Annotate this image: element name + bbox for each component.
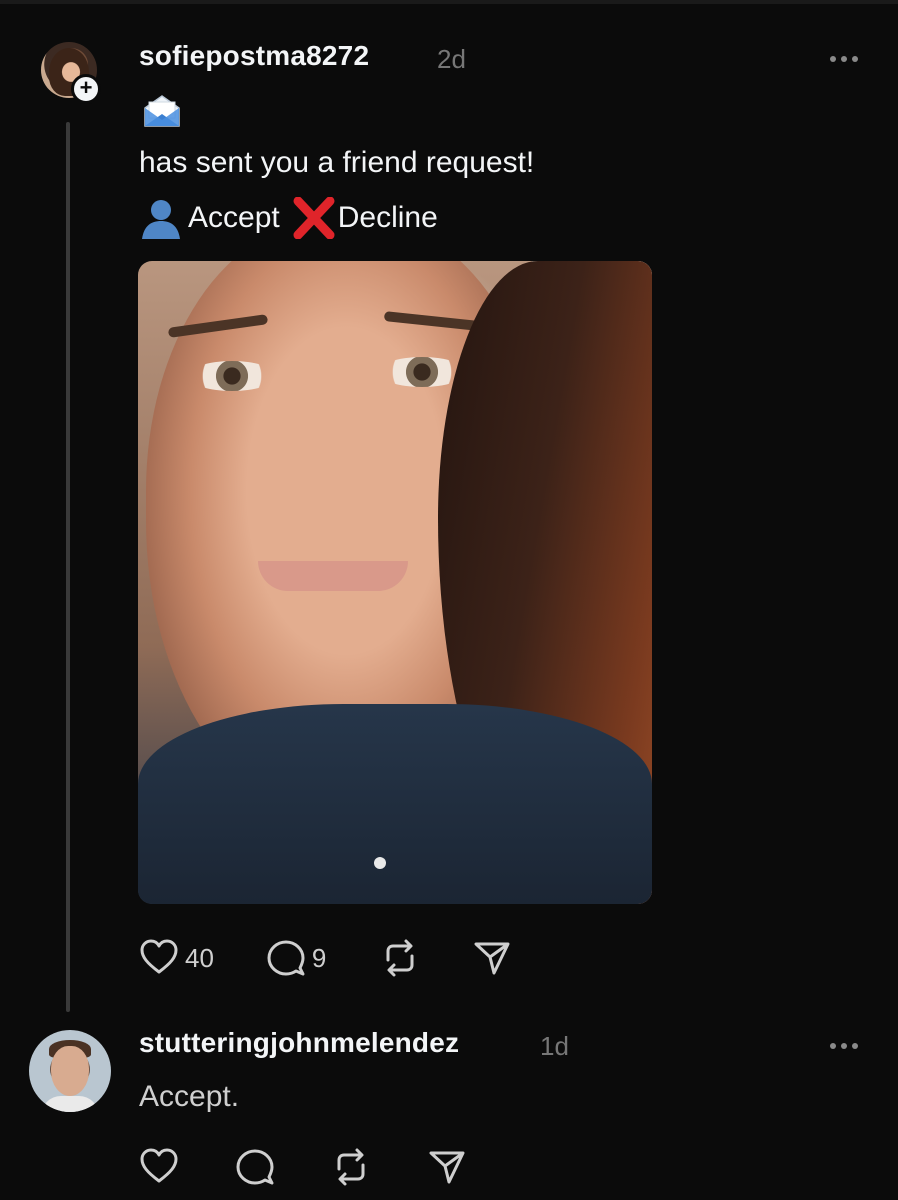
- reply-more-icon[interactable]: [830, 1040, 864, 1050]
- thread-line: [66, 122, 70, 1012]
- like-count: 40: [185, 942, 214, 973]
- decline-label: Decline: [337, 201, 438, 234]
- more-icon[interactable]: [830, 53, 864, 63]
- reply-text: Accept.: [139, 1080, 240, 1113]
- envelope-icon: [144, 95, 180, 127]
- photo-shirt: [138, 704, 652, 904]
- person-icon: [142, 200, 180, 239]
- reply-avatar-face: [51, 1046, 89, 1096]
- reply-avatar-collar: [41, 1096, 99, 1112]
- reply-comment-icon[interactable]: [235, 1147, 275, 1187]
- follow-plus-icon[interactable]: +: [71, 74, 101, 104]
- reply-action-bar: [139, 1147, 467, 1187]
- photo-mouth: [258, 561, 408, 591]
- reply-username[interactable]: stutteringjohnmelendez: [139, 1027, 459, 1059]
- share-icon[interactable]: [472, 938, 512, 978]
- post-action-bar: 40 9: [139, 938, 512, 978]
- top-divider: [0, 0, 898, 4]
- heart-icon[interactable]: [139, 938, 179, 978]
- comment-count: 9: [311, 942, 327, 973]
- photo-necklace: [374, 857, 386, 869]
- comment-icon[interactable]: [266, 938, 306, 978]
- x-icon: [293, 197, 335, 239]
- request-choices: Accept Decline: [138, 195, 438, 241]
- reply-share-icon[interactable]: [427, 1147, 467, 1187]
- reply-heart-icon[interactable]: [139, 1147, 179, 1187]
- repost-icon[interactable]: [380, 938, 420, 978]
- photo-eye-left: [188, 361, 276, 391]
- post-text: has sent you a friend request!: [139, 146, 535, 179]
- reply-avatar[interactable]: [29, 1030, 111, 1112]
- reply-repost-icon[interactable]: [331, 1147, 371, 1187]
- reply-timestamp: 1d: [540, 1031, 569, 1061]
- accept-label: Accept: [188, 201, 280, 234]
- post-timestamp: 2d: [437, 44, 466, 74]
- post-photo[interactable]: [138, 261, 652, 904]
- author-username[interactable]: sofiepostma8272: [139, 40, 369, 72]
